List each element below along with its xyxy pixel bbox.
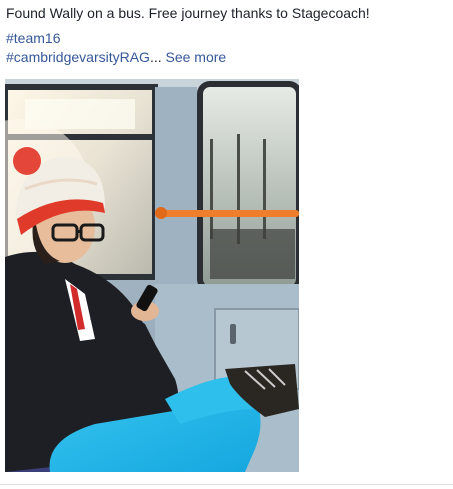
hashtag-line-1: #team16 [6,29,447,48]
hashtag-cambridgevarsityrag-link[interactable]: #cambridgevarsityRAG [6,49,150,65]
text-ellipsis: ... [149,49,162,65]
hashtag-team16-link[interactable]: #team16 [6,30,60,46]
post-text: Found Wally on a bus. Free journey thank… [6,5,370,21]
see-more-link[interactable]: See more [166,49,227,65]
bus-photo-illustration [5,79,299,472]
post: Found Wally on a bus. Free journey thank… [6,4,447,67]
post-photo[interactable] [5,79,299,472]
post-divider [0,484,453,485]
hashtag-line-2: #cambridgevarsityRAG... See more [6,48,447,67]
